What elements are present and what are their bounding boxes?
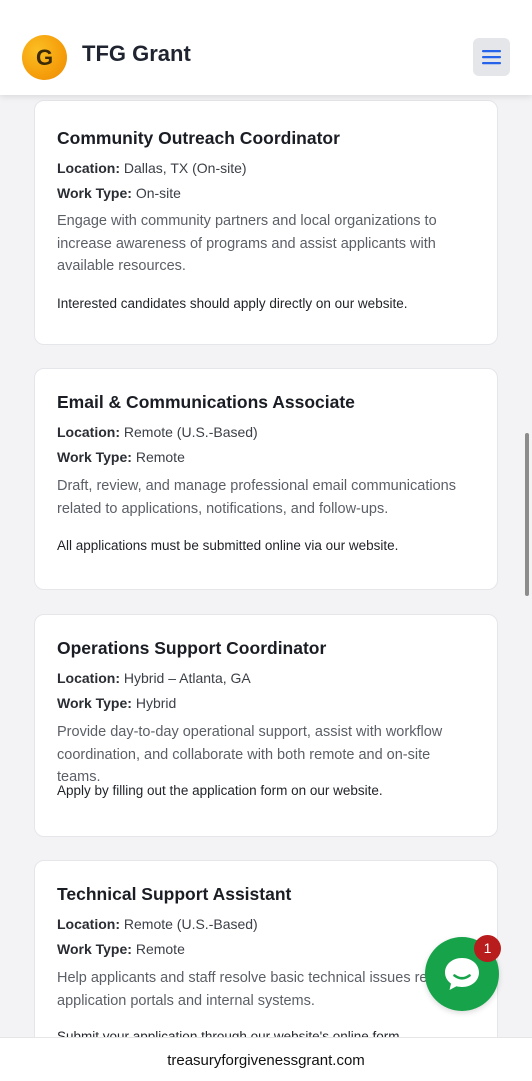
job-description: Provide day-to-day operational support, … xyxy=(57,724,443,785)
apply-note: Interested candidates should apply direc… xyxy=(57,296,408,311)
job-location: Location: Remote (U.S.-Based) xyxy=(57,424,258,440)
location-label: Location: xyxy=(57,670,120,686)
work-type-label: Work Type: xyxy=(57,941,132,957)
work-type-value: Hybrid xyxy=(135,695,177,711)
work-type-value: Remote xyxy=(135,449,185,465)
job-title: Email & Communications Associate xyxy=(57,392,355,412)
job-description: Draft, review, and manage professional e… xyxy=(57,478,456,517)
work-type-label: Work Type: xyxy=(57,185,132,201)
job-location: Location: Remote (U.S.-Based) xyxy=(57,916,258,932)
menu-button[interactable] xyxy=(473,38,510,76)
job-description: Engage with community partners and local… xyxy=(57,213,437,274)
location-value: Dallas, TX (On-site) xyxy=(123,160,247,176)
job-title: Operations Support Coordinator xyxy=(57,638,327,658)
apply-note: Apply by filling out the application for… xyxy=(57,783,383,798)
location-label: Location: xyxy=(57,916,120,932)
location-value: Hybrid – Atlanta, GA xyxy=(123,670,251,686)
job-card: Technical Support Assistant Location: Re… xyxy=(34,860,498,1040)
work-type-value: Remote xyxy=(135,941,185,957)
scrollbar[interactable] xyxy=(525,433,529,596)
work-type-value: On-site xyxy=(135,185,181,201)
job-card: Operations Support Coordinator Location:… xyxy=(34,614,498,837)
logo[interactable]: G xyxy=(22,35,67,80)
job-work-type: Work Type: Remote xyxy=(57,941,185,957)
notification-badge: 1 xyxy=(474,935,501,962)
location-value: Remote (U.S.-Based) xyxy=(123,424,258,440)
work-type-label: Work Type: xyxy=(57,449,132,465)
job-description: Help applicants and staff resolve basic … xyxy=(57,970,476,1009)
job-work-type: Work Type: On-site xyxy=(57,185,181,201)
browser-url-bar[interactable]: treasuryforgivenessgrant.com xyxy=(0,1037,532,1081)
job-location: Location: Hybrid – Atlanta, GA xyxy=(57,670,251,686)
chat-bubble-icon xyxy=(445,958,479,990)
work-type-label: Work Type: xyxy=(57,695,132,711)
location-label: Location: xyxy=(57,160,120,176)
location-value: Remote (U.S.-Based) xyxy=(123,916,258,932)
job-work-type: Work Type: Remote xyxy=(57,449,185,465)
apply-note: All applications must be submitted onlin… xyxy=(57,538,399,553)
job-title: Technical Support Assistant xyxy=(57,884,292,904)
job-card: Email & Communications Associate Locatio… xyxy=(34,368,498,590)
brand-name[interactable]: TFG Grant xyxy=(82,40,191,68)
job-card: Community Outreach Coordinator Location:… xyxy=(34,100,498,345)
url-text: treasuryforgivenessgrant.com xyxy=(167,1052,365,1069)
job-work-type: Work Type: Hybrid xyxy=(57,695,176,711)
job-title: Community Outreach Coordinator xyxy=(57,128,340,148)
hamburger-menu-icon xyxy=(482,50,501,65)
job-listings: Community Outreach Coordinator Location:… xyxy=(0,95,532,1040)
location-label: Location: xyxy=(57,424,120,440)
job-location: Location: Dallas, TX (On-site) xyxy=(57,160,247,176)
site-header: G TFG Grant xyxy=(0,0,532,95)
